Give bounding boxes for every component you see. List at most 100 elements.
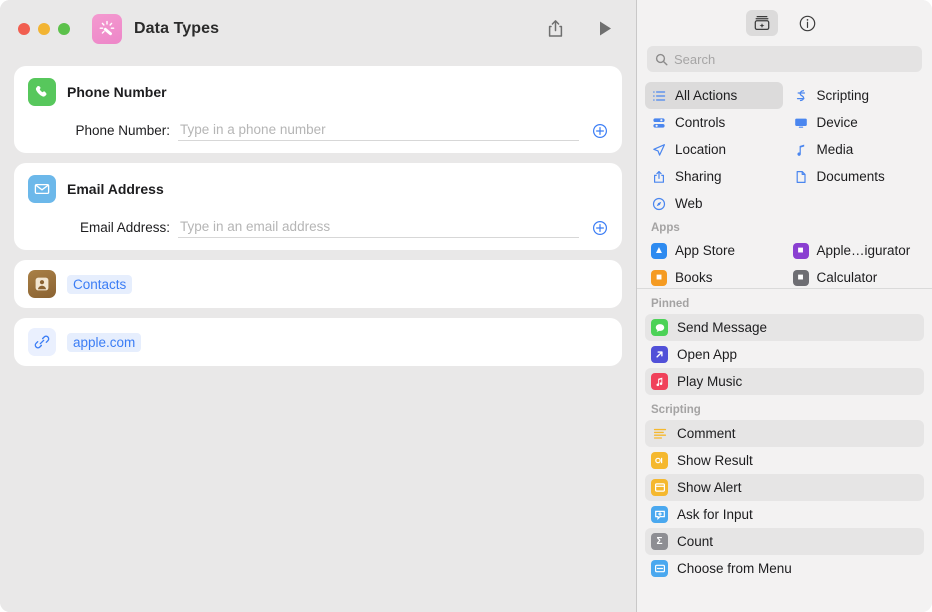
music-note-icon bbox=[793, 142, 809, 158]
search-field[interactable] bbox=[647, 46, 922, 72]
action-row-choose-from-menu[interactable]: Choose from Menu bbox=[645, 555, 924, 582]
phone-number-label: Phone Number: bbox=[75, 123, 170, 138]
app-label: Books bbox=[675, 270, 713, 285]
ask-for-input-icon bbox=[651, 506, 668, 523]
shortcut-canvas: Phone Number Phone Number: Type in a pho… bbox=[0, 57, 636, 612]
apps-section-header: Apps bbox=[651, 222, 680, 234]
action-list[interactable]: Pinned Send Message Open App Play Music … bbox=[637, 289, 932, 612]
action-card-header: Contacts bbox=[28, 270, 608, 298]
sidebar-scrollbar[interactable] bbox=[927, 300, 930, 600]
calculator-icon: ■ bbox=[792, 269, 809, 286]
add-variable-button[interactable] bbox=[592, 220, 608, 236]
category-grid: All Actions Scripting Controls Device Lo… bbox=[637, 82, 932, 216]
zoom-button[interactable] bbox=[58, 22, 70, 35]
variable-token-url[interactable]: apple.com bbox=[67, 332, 142, 352]
traffic-light-buttons[interactable] bbox=[18, 22, 70, 35]
action-card-phone-number[interactable]: Phone Number Phone Number: bbox=[14, 66, 622, 153]
message-bubble-icon bbox=[651, 319, 668, 336]
scripting-section-header: Scripting bbox=[651, 404, 701, 416]
category-label: Controls bbox=[675, 115, 726, 130]
contacts-app-icon bbox=[28, 270, 56, 298]
list-icon bbox=[651, 88, 667, 104]
shortcut-editor-pane: Data Types Phone Number Phone Number: Ty… bbox=[0, 0, 636, 612]
shortcuts-window: Data Types Phone Number Phone Number: Ty… bbox=[0, 0, 932, 612]
app-item-apple-configurator[interactable]: ■ Apple…igurator bbox=[787, 237, 925, 264]
category-sharing[interactable]: Sharing bbox=[645, 163, 783, 190]
action-library-button[interactable] bbox=[745, 10, 778, 36]
app-label: App Store bbox=[675, 243, 736, 258]
action-label: Comment bbox=[677, 426, 736, 441]
document-title: Data Types bbox=[134, 19, 220, 37]
category-label: Device bbox=[816, 115, 858, 130]
app-label: Apple…igurator bbox=[816, 243, 911, 258]
variable-token-contacts[interactable]: Contacts bbox=[67, 274, 133, 294]
comment-icon bbox=[651, 425, 668, 442]
share-icon bbox=[651, 169, 667, 185]
app-item-calculator[interactable]: ■ Calculator bbox=[787, 264, 925, 288]
action-label: Choose from Menu bbox=[677, 561, 792, 576]
apps-grid: ▲ App Store ■ Apple…igurator ■ Books ■ C… bbox=[637, 237, 932, 288]
action-row-count[interactable]: Σ Count bbox=[645, 528, 924, 555]
action-title: Email Address bbox=[67, 181, 164, 197]
run-button[interactable] bbox=[590, 15, 620, 43]
shortcut-details-button[interactable] bbox=[792, 10, 824, 36]
action-row-ask-for-input[interactable]: Ask for Input bbox=[645, 501, 924, 528]
phone-number-input[interactable] bbox=[178, 120, 579, 141]
category-device[interactable]: Device bbox=[787, 109, 925, 136]
category-label: Documents bbox=[816, 169, 885, 184]
action-card-url[interactable]: apple.com bbox=[14, 318, 622, 366]
action-card-header: Email Address bbox=[28, 175, 608, 203]
apple-configurator-icon: ■ bbox=[792, 242, 809, 259]
category-label: Scripting bbox=[816, 88, 870, 103]
category-controls[interactable]: Controls bbox=[645, 109, 783, 136]
choose-from-menu-icon bbox=[651, 560, 668, 577]
window-titlebar: Data Types bbox=[0, 0, 636, 57]
phone-icon bbox=[28, 78, 56, 106]
close-button[interactable] bbox=[18, 22, 30, 35]
action-library-sidebar: All Actions Scripting bbox=[636, 0, 932, 612]
email-address-input[interactable] bbox=[178, 217, 579, 238]
action-label: Show Result bbox=[677, 453, 753, 468]
category-web[interactable]: Web bbox=[645, 190, 783, 216]
action-row-play-music[interactable]: Play Music bbox=[645, 368, 924, 395]
action-card-header: Phone Number bbox=[28, 78, 608, 106]
category-all-actions[interactable]: All Actions bbox=[645, 82, 783, 109]
apps-section: ▲ App Store ■ Apple…igurator ■ Books ■ C… bbox=[637, 237, 932, 289]
add-variable-button[interactable] bbox=[592, 123, 608, 139]
minimize-button[interactable] bbox=[38, 22, 50, 35]
app-label: Calculator bbox=[816, 270, 878, 285]
category-label: All Actions bbox=[675, 88, 738, 103]
category-label: Sharing bbox=[675, 169, 722, 184]
action-card-email-address[interactable]: Email Address Email Address: bbox=[14, 163, 622, 250]
action-label: Open App bbox=[677, 347, 738, 362]
action-card-header: apple.com bbox=[28, 328, 608, 356]
category-documents[interactable]: Documents bbox=[787, 163, 925, 190]
pinned-section-header: Pinned bbox=[651, 298, 690, 310]
app-item-books[interactable]: ■ Books bbox=[645, 264, 783, 288]
action-label: Send Message bbox=[677, 320, 768, 335]
email-address-label: Email Address: bbox=[79, 220, 170, 235]
category-scripting[interactable]: Scripting bbox=[787, 82, 925, 109]
action-row-comment[interactable]: Comment bbox=[645, 420, 924, 447]
show-alert-icon bbox=[651, 479, 668, 496]
search-container bbox=[637, 46, 932, 82]
action-label: Count bbox=[677, 534, 714, 549]
category-label: Media bbox=[816, 142, 854, 157]
app-item-app-store[interactable]: ▲ App Store bbox=[645, 237, 783, 264]
action-card-contacts[interactable]: Contacts bbox=[14, 260, 622, 308]
action-row-show-result[interactable]: Show Result bbox=[645, 447, 924, 474]
scripting-icon bbox=[793, 88, 809, 104]
action-title: Phone Number bbox=[67, 84, 167, 100]
category-media[interactable]: Media bbox=[787, 136, 925, 163]
share-button[interactable] bbox=[540, 15, 570, 43]
category-location[interactable]: Location bbox=[645, 136, 783, 163]
action-row-open-app[interactable]: Open App bbox=[645, 341, 924, 368]
document-icon bbox=[793, 169, 809, 185]
search-input[interactable] bbox=[674, 51, 914, 67]
open-app-icon bbox=[651, 346, 668, 363]
action-row-send-message[interactable]: Send Message bbox=[645, 314, 924, 341]
count-icon: Σ bbox=[651, 533, 668, 550]
action-row-show-alert[interactable]: Show Alert bbox=[645, 474, 924, 501]
action-label: Show Alert bbox=[677, 480, 742, 495]
link-icon bbox=[28, 328, 56, 356]
